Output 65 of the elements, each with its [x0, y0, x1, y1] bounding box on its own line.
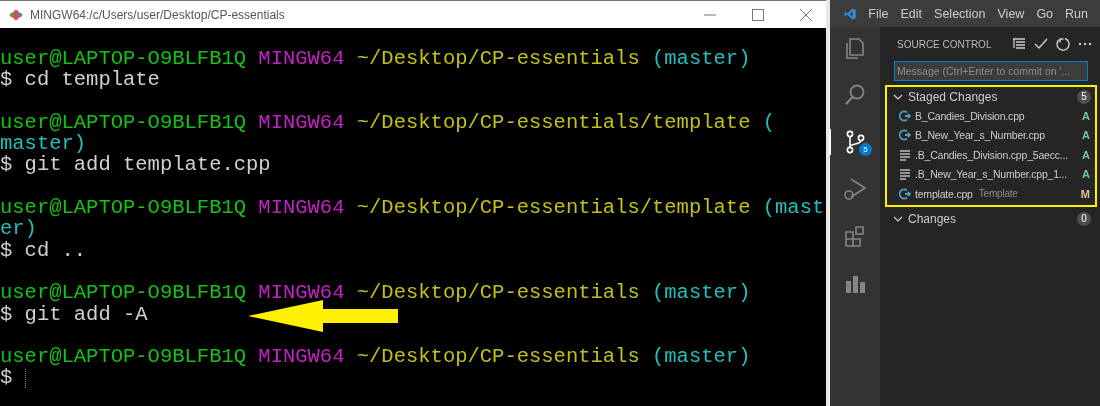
file-status: M — [1080, 187, 1090, 200]
terminal-prompt-text: ~/Desktop/CP-essentials — [356, 346, 640, 368]
terminal-prompt-text: (master) — [652, 282, 751, 304]
terminal-prompt-text: ( — [762, 111, 776, 134]
file-status: A — [1082, 148, 1090, 161]
terminal-prompt-text: MINGW64 — [258, 111, 345, 134]
file-name[interactable]: B_Candies_Division.cpp — [915, 109, 1025, 122]
group-label[interactable]: Staged Changes — [908, 90, 998, 104]
terminal-prompt-text: master) — [0, 133, 87, 155]
menu-item[interactable]: Edit — [900, 6, 923, 21]
terminal-command-text: $ git add template.cpp — [0, 154, 271, 176]
file-description: Template — [978, 188, 1018, 200]
chevron-icon[interactable] — [893, 92, 903, 102]
terminal-prompt-text: ~/Desktop/CP-essentials — [356, 282, 640, 304]
terminal-prompt-text: ~/Desktop/CP-essentials/template — [356, 197, 751, 219]
terminal-prompt-text: user@LAPTOP-O9BLFB1Q — [0, 48, 247, 70]
terminal-prompt-text: (mast — [762, 197, 825, 219]
file-status: A — [1082, 129, 1090, 142]
cpp-file-icon — [899, 129, 911, 142]
commit-check-icon[interactable] — [1034, 37, 1048, 51]
terminal-prompt-text: (master) — [652, 48, 751, 70]
menu-item[interactable]: View — [997, 6, 1025, 21]
terminal-prompt-text: user@LAPTOP-O9BLFB1Q — [0, 282, 247, 304]
file-status: A — [1082, 109, 1090, 122]
window-title: MINGW64:/c/Users/user/Desktop/CP-essentials — [30, 7, 285, 22]
terminal-prompt-text: ~/Desktop/CP-essentials/template — [356, 111, 751, 134]
menu-item[interactable]: Go — [1036, 6, 1054, 21]
terminal-prompt-text: user@LAPTOP-O9BLFB1Q — [0, 111, 247, 134]
panel-title: SOURCE CONTROL — [897, 38, 992, 50]
terminal-command-text: $ git add -A — [0, 303, 148, 325]
more-icon[interactable] — [1078, 42, 1092, 46]
text-file-icon — [899, 168, 911, 181]
file-name[interactable]: B_New_Year_s_Number.cpp — [915, 129, 1045, 142]
count-badge: 5 — [859, 143, 872, 156]
maximize-icon[interactable] — [751, 7, 765, 22]
run-debug-icon[interactable] — [842, 176, 868, 202]
terminal-prompt-text: (master) — [652, 346, 751, 368]
terminal-prompt-text: MINGW64 — [258, 346, 345, 368]
cpp-file-icon — [899, 187, 911, 200]
file-status: A — [1082, 168, 1090, 181]
terminal-command-text: $ cd template — [0, 69, 160, 91]
refresh-icon[interactable] — [1056, 37, 1070, 51]
list-view-icon[interactable] — [1012, 37, 1026, 51]
file-name[interactable]: template.cpp — [915, 187, 973, 200]
close-icon[interactable] — [799, 7, 813, 22]
cpp-file-icon — [899, 109, 911, 122]
menu-item[interactable]: Run — [1065, 6, 1088, 21]
terminal-command-text: $ — [0, 367, 13, 389]
terminal-prompt-text: MINGW64 — [258, 48, 345, 70]
terminal-prompt-text: MINGW64 — [258, 282, 345, 304]
count-badge: 0 — [1077, 211, 1091, 226]
text-file-icon — [899, 148, 911, 161]
terminal-prompt-text: ~/Desktop/CP-essentials — [356, 48, 640, 70]
group-label[interactable]: Changes — [908, 211, 957, 226]
count-badge: 5 — [1077, 90, 1091, 104]
terminal-prompt-text: user@LAPTOP-O9BLFB1Q — [0, 197, 247, 219]
terminal-prompt-text: er) — [0, 218, 37, 240]
terminal-prompt-text: user@LAPTOP-O9BLFB1Q — [0, 346, 247, 368]
terminal-prompt-text: MINGW64 — [258, 197, 345, 219]
menu-item[interactable]: Selection — [934, 6, 986, 21]
menu-item[interactable]: File — [868, 6, 889, 21]
commit-message-field[interactable]: Message (Ctrl+Enter to commit on '... — [894, 61, 1088, 81]
file-name[interactable]: .B_New_Year_s_Number.cpp_1... — [915, 168, 1067, 181]
file-name[interactable]: .B_Candies_Division.cpp_5aecc... — [915, 148, 1068, 161]
terminal-command-text: $ cd .. — [0, 239, 87, 261]
